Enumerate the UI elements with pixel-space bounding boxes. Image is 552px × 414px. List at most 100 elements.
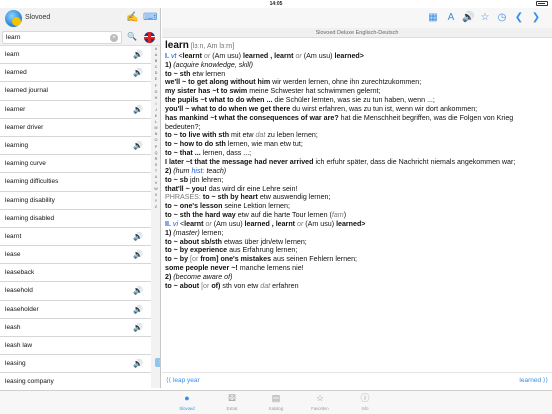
battery-icon — [536, 1, 548, 6]
headword: learn — [165, 40, 189, 51]
back-arrow-icon[interactable]: ❮ — [513, 11, 525, 24]
list-item[interactable]: lease 🔊 — [0, 246, 151, 265]
alphabet-index[interactable]: # A B C D E F G H I J K L M N O P Q R S T U V W X Y Z — [151, 46, 160, 211]
slovoed-icon: ● — [184, 393, 190, 403]
list-item[interactable]: learning curve — [0, 155, 151, 174]
text-size-icon[interactable]: A — [445, 11, 457, 24]
history-icon[interactable]: ◷ — [496, 11, 508, 24]
speaker-icon[interactable]: 🔊 — [133, 286, 143, 295]
alphabet-letter[interactable]: Z — [151, 204, 160, 210]
tab-bar: ● Slovoed ⚄ Extrat ▤ Katalog ☆ Favoriten ⓘ In… — [0, 390, 552, 414]
list-item[interactable]: leash 🔊 — [0, 318, 151, 337]
entry-line: that'll ~ you! das wird dir eine Lehre s… — [165, 184, 298, 193]
clear-search-icon[interactable]: × — [110, 34, 118, 42]
list-item[interactable]: leasing 🔊 — [0, 355, 151, 374]
list-item-label: learned journal — [5, 87, 49, 95]
list-item-label: leasing — [5, 360, 26, 368]
list-item[interactable]: learning 🔊 — [0, 136, 151, 156]
entry-line: to ~ about sb/sth etwas über jdn/etw ler… — [165, 237, 307, 246]
speaker-icon[interactable]: 🔊 — [133, 250, 143, 259]
uk-flag-icon[interactable] — [144, 32, 155, 43]
entry-line: to ~ about [or of) sth von etw dat erfah… — [165, 281, 299, 290]
list-item[interactable]: learned journal — [0, 82, 151, 101]
speaker-icon[interactable]: 🔊 — [133, 50, 143, 59]
slovoed-logo — [5, 10, 22, 27]
search-input-text: learn — [6, 34, 21, 41]
speaker-icon[interactable]: 🔊 — [133, 323, 143, 332]
list-item-label: learning — [5, 141, 29, 149]
list-item-label: learner driver — [5, 123, 44, 131]
audio-search-icon[interactable]: 🔍 — [127, 32, 137, 41]
entry-line: to ~ sth etw lernen — [165, 69, 226, 78]
list-item-label: learning disabled — [5, 214, 55, 222]
list-item[interactable]: learner driver — [0, 118, 151, 137]
tab-favoriten[interactable]: ☆ Favoriten — [305, 393, 335, 411]
list-item[interactable]: leash law — [0, 337, 151, 356]
list-item[interactable]: learning difficulties — [0, 173, 151, 192]
star-icon: ☆ — [315, 393, 325, 403]
speaker-icon[interactable]: 🔊 — [133, 141, 143, 150]
list-item[interactable]: leasehold 🔊 — [0, 282, 151, 301]
list-item-label: learnt — [5, 232, 22, 240]
entry-line: 1) (master) lernen; — [165, 228, 224, 237]
entry-line: I. vt <learnt or (Am usu) learned , lear… — [165, 51, 364, 60]
transcription: [lɜːn, Am lɜːrn] — [190, 43, 235, 50]
list-item[interactable]: learning disability — [0, 191, 151, 210]
entry-line: 2) (become aware of) — [165, 272, 233, 281]
entry-line: to ~ by experience aus Erfahrung lernen; — [165, 246, 298, 255]
list-item[interactable]: learn 🔊 — [0, 46, 151, 65]
status-bar: 14:05 — [0, 0, 552, 8]
previous-entry-link[interactable]: ⟨⟨ leap year — [166, 376, 200, 384]
entry-line: 1) (acquire knowledge, skill) — [165, 60, 253, 69]
table-icon[interactable]: ▦ — [427, 11, 439, 24]
list-item[interactable]: learning disabled — [0, 209, 151, 228]
list-item-label: learned — [5, 69, 27, 77]
entry-line: we'll ~ to get along without him wir wer… — [165, 78, 422, 87]
entry-headline: learn [lɜːn, Am lɜːrn] — [165, 40, 549, 52]
speaker-icon[interactable]: 🔊 — [133, 359, 143, 368]
list-toggle-icon[interactable]: ≡ — [155, 358, 160, 367]
favorite-star-icon[interactable]: ☆ — [479, 11, 491, 24]
entry-line: to ~ how to do sth lernen, wie man etw t… — [165, 140, 303, 149]
word-list-pane: Slovoed ✍ ⌨ learn × 🔍 learn 🔊 learned 🔊 lear… — [0, 8, 161, 388]
entry-line: to ~ one's lesson seine Lektion lernen; — [165, 202, 290, 211]
status-time: 14:05 — [269, 1, 283, 7]
list-item[interactable]: learnt 🔊 — [0, 227, 151, 247]
keyboard-icon[interactable]: ⌨ — [143, 12, 157, 24]
speaker-icon[interactable]: 🔊 — [133, 105, 143, 114]
list-item-label: leasehold — [5, 287, 33, 295]
speaker-icon[interactable]: 🔊 — [133, 305, 143, 314]
search-row: learn × 🔍 — [0, 30, 160, 46]
list-item[interactable]: leasing company — [0, 373, 151, 388]
list-item-label: learning disability — [5, 196, 55, 204]
list-item[interactable]: learner 🔊 — [0, 100, 151, 119]
search-input[interactable]: learn × — [2, 31, 122, 44]
list-item[interactable]: leaseback — [0, 264, 151, 283]
next-entry-link[interactable]: learned ⟩⟩ — [519, 376, 548, 384]
entry-line: my sister has ~t to swim meine Schwester… — [165, 87, 381, 96]
handwriting-icon[interactable]: ✍ — [126, 12, 139, 24]
article-pane: ▦ A 🔊 ☆ ◷ ❮ ❯ Slovoed Deluxe Englisch-De… — [162, 8, 552, 388]
dictionary-entry: learn [lɜːn, Am lɜːrn] I. vt <learnt or … — [165, 40, 549, 291]
speaker-icon[interactable]: 🔊 — [462, 11, 474, 24]
tab-slovoed[interactable]: ● Slovoed — [172, 393, 202, 411]
next-entry-label: learned — [519, 377, 542, 384]
tab-extrat[interactable]: ⚄ Extrat — [217, 393, 247, 411]
entry-line: II. vi <learnt or (Am usu) learned , lea… — [165, 219, 366, 228]
list-item-label: learn — [5, 51, 20, 58]
entry-line: to ~ sth the hard way etw auf die harte … — [165, 211, 347, 220]
speaker-icon[interactable]: 🔊 — [133, 68, 143, 77]
list-item-label: learning difficulties — [5, 178, 59, 186]
entry-line: has mankind ~t what the consequences of … — [165, 113, 514, 131]
tab-katalog[interactable]: ▤ Katalog — [261, 393, 291, 411]
list-item[interactable]: leaseholder 🔊 — [0, 300, 151, 319]
article-toolbar: ▦ A 🔊 ☆ ◷ ❮ ❯ — [162, 8, 552, 28]
entry-navigation: ⟨⟨ leap year learned ⟩⟩ — [162, 372, 552, 386]
entry-line: you'll ~ what to do when we get there du… — [165, 104, 478, 113]
speaker-icon[interactable]: 🔊 — [133, 232, 143, 241]
tab-info[interactable]: ⓘ Info — [350, 393, 380, 411]
list-item[interactable]: learned 🔊 — [0, 64, 151, 83]
forward-arrow-icon[interactable]: ❯ — [530, 11, 542, 24]
list-item-label: lease — [5, 251, 21, 259]
left-header: Slovoed ✍ ⌨ — [0, 8, 160, 30]
